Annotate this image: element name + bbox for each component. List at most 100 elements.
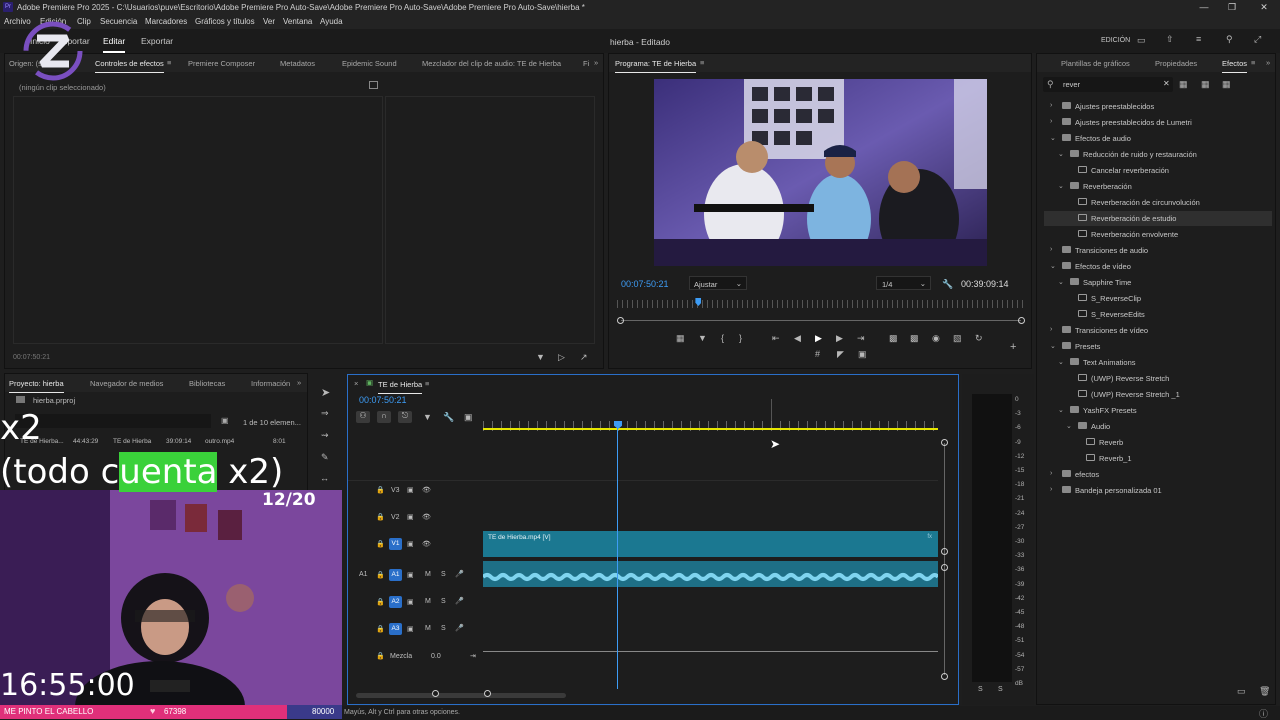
project-item-name[interactable]: outro.mp4 — [205, 438, 234, 445]
panel-menu-icon[interactable]: ≡ — [167, 58, 171, 67]
effects-tree-item[interactable]: ⌄ YashFX Presets — [1044, 403, 1272, 418]
fit-dropdown[interactable]: Ajustar ⌄ — [689, 276, 747, 290]
eye-icon[interactable]: 👁 — [422, 540, 431, 548]
selection-tool-icon[interactable]: ➤ — [321, 386, 330, 399]
program-video-frame[interactable] — [654, 79, 987, 266]
sync-lock-icon[interactable]: ▣ — [407, 486, 414, 494]
chevron-right-icon[interactable]: › — [1050, 102, 1052, 109]
chevron-down-icon[interactable]: ⌄ — [1058, 278, 1064, 286]
lock-icon[interactable]: 🔒 — [376, 625, 385, 633]
mute-icon[interactable]: M — [425, 625, 431, 632]
mix-end-icon[interactable]: ⇥ — [470, 652, 476, 660]
mic-icon[interactable]: 🎤 — [455, 570, 464, 578]
effects-tree-item[interactable]: ⌄ Audio — [1044, 419, 1272, 434]
tab-premiere-composer[interactable]: Premiere Composer — [188, 59, 255, 68]
scroll-handle[interactable] — [941, 548, 948, 555]
tab-propiedades[interactable]: Propiedades — [1155, 59, 1197, 68]
scroll-handle[interactable] — [941, 439, 948, 446]
menu-ventana[interactable]: Ventana — [283, 17, 312, 26]
tab-controles-efectos[interactable]: Controles de efectos — [95, 59, 164, 73]
step-back-icon[interactable]: ◀ — [794, 333, 801, 344]
track-select-icon[interactable]: ⇒ — [321, 408, 329, 419]
chevron-down-icon[interactable]: ⌄ — [1050, 134, 1056, 142]
effects-tree-item[interactable]: Reverb_1 — [1044, 451, 1272, 466]
track-label-a2[interactable]: A2 — [389, 596, 402, 608]
video-clip[interactable]: TE de Hierba.mp4 [V] fx — [483, 531, 938, 557]
source-patch-label[interactable]: A1 — [359, 571, 368, 578]
sequence-menu-icon[interactable]: ≡ — [425, 379, 429, 388]
scroll-handle[interactable] — [484, 690, 491, 697]
resolution-dropdown[interactable]: 1/4 ⌄ — [876, 276, 931, 290]
program-time-ruler[interactable] — [617, 300, 1024, 308]
32bit-effects-icon[interactable]: ▦ — [1201, 79, 1210, 90]
zoom-scrollbar[interactable] — [621, 320, 1021, 321]
maximize-icon[interactable]: ❐ — [1218, 1, 1246, 14]
effects-tree-item[interactable]: › Bandeja personalizada 01 — [1044, 483, 1272, 498]
captions-icon[interactable]: ▣ — [464, 412, 473, 423]
effects-tree-item[interactable]: ⌄ Efectos de audio — [1044, 131, 1272, 146]
camera-icon[interactable]: ◉ — [932, 333, 940, 344]
nest-icon[interactable]: ⚇ — [356, 411, 370, 423]
lock-icon[interactable]: 🔒 — [376, 571, 385, 579]
mic-icon[interactable]: 🎤 — [455, 624, 464, 632]
mute-icon[interactable]: M — [425, 571, 431, 578]
tab-informacion[interactable]: Información — [251, 379, 290, 388]
close-icon[interactable]: ✕ — [1250, 1, 1278, 14]
bin-icon[interactable]: ▣ — [221, 416, 229, 425]
tab-plantillas-graficos[interactable]: Plantillas de gráficos — [1061, 59, 1130, 68]
chevron-right-icon[interactable]: › — [1050, 246, 1052, 253]
effects-tree-item[interactable]: Reverberación envolvente — [1044, 227, 1272, 242]
compare-icon[interactable]: ▧ — [953, 333, 962, 344]
lock-icon[interactable]: 🔒 — [376, 486, 385, 494]
tab-navegador-medios[interactable]: Navegador de medios — [90, 379, 163, 388]
track-label-a1[interactable]: A1 — [389, 569, 402, 581]
effects-tree-item[interactable]: ⌄ Presets — [1044, 339, 1272, 354]
program-timecode[interactable]: 00:07:50:21 — [621, 279, 669, 289]
menu-ver[interactable]: Ver — [263, 17, 275, 26]
eye-icon[interactable]: 👁 — [422, 513, 431, 521]
lift-icon[interactable]: ▩ — [889, 333, 898, 344]
program-menu-icon[interactable]: ≡ — [700, 58, 704, 67]
step-forward-icon[interactable]: ▶ — [836, 333, 843, 344]
ripple-edit-icon[interactable]: ⇝ — [321, 430, 329, 441]
horizontal-scrollbar[interactable] — [356, 693, 566, 698]
effects-search-input[interactable]: ⚲ rever ✕ — [1043, 77, 1173, 92]
track-label-v1[interactable]: V1 — [389, 538, 402, 550]
lock-icon[interactable]: 🔒 — [376, 652, 385, 660]
tab-mezclador-clip[interactable]: Mezclador del clip de audio: TE de Hierb… — [422, 59, 561, 68]
output-icon[interactable]: ▣ — [858, 349, 867, 360]
effects-tree-item[interactable]: › Transiciones de audio — [1044, 243, 1272, 258]
mark-in-icon[interactable]: { — [721, 333, 724, 343]
effects-tree-item[interactable]: Cancelar reverberación — [1044, 163, 1272, 178]
play-icon[interactable]: ▶ — [815, 333, 822, 344]
effects-tree-item[interactable]: › Ajustes preestablecidos — [1044, 99, 1272, 114]
solo-icon[interactable]: S — [441, 598, 446, 605]
mix-value[interactable]: 0.0 — [431, 653, 441, 660]
solo-icon[interactable]: S — [441, 571, 446, 578]
effects-tree-item[interactable]: (UWP) Reverse Stretch — [1044, 371, 1272, 386]
sync-lock-icon[interactable]: ▣ — [407, 540, 414, 548]
close-sequence-icon[interactable]: × — [354, 379, 358, 388]
lock-icon[interactable]: 🔒 — [376, 540, 385, 548]
sync-lock-icon[interactable]: ▣ — [407, 598, 414, 606]
slip-icon[interactable]: ↔ — [320, 473, 329, 483]
info-icon[interactable]: ⓘ — [1259, 707, 1268, 720]
more-tabs-icon[interactable]: » — [1266, 58, 1270, 67]
effects-tree-item[interactable]: S_ReverseClip — [1044, 291, 1272, 306]
effects-tree-item[interactable]: › efectos — [1044, 467, 1272, 482]
chevron-down-icon[interactable]: ⌄ — [1058, 406, 1064, 414]
effects-menu-icon[interactable]: ≡ — [1251, 58, 1255, 67]
chevron-right-icon[interactable]: › — [1050, 486, 1052, 493]
effects-tree-item[interactable]: ⌄ Sapphire Time — [1044, 275, 1272, 290]
menu-marcadores[interactable]: Marcadores — [145, 17, 187, 26]
go-to-out-icon[interactable]: ⇥ — [857, 333, 865, 344]
razor-icon[interactable]: ✎ — [321, 452, 329, 463]
effects-tree-item[interactable]: S_ReverseEdits — [1044, 307, 1272, 322]
chevron-right-icon[interactable]: › — [1050, 470, 1052, 477]
chevron-down-icon[interactable]: ⌄ — [1066, 422, 1072, 430]
effects-tree-item[interactable]: ⌄ Text Animations — [1044, 355, 1272, 370]
track-label-a3[interactable]: A3 — [389, 623, 402, 635]
tab-fi[interactable]: Fi — [583, 59, 589, 68]
chevron-down-icon[interactable]: ⌄ — [1058, 182, 1064, 190]
marker-icon[interactable]: ▼ — [698, 333, 707, 343]
